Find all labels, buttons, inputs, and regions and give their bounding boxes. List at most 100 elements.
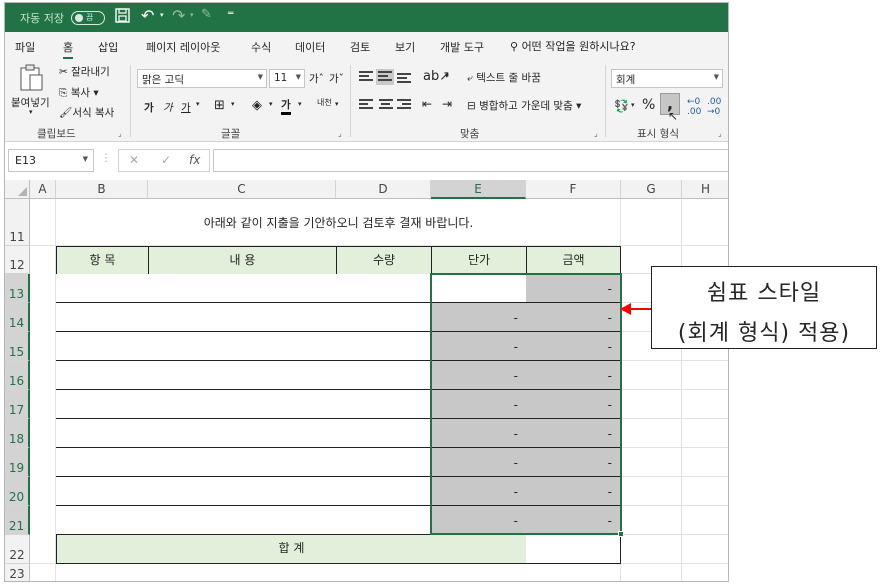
cell-item[interactable] <box>56 448 149 477</box>
left-align-icon[interactable] <box>359 99 373 111</box>
row-header-19[interactable]: 19 <box>5 448 30 477</box>
alignment-launcher-icon[interactable]: ⌟ <box>594 129 598 138</box>
row-header-13[interactable]: 13 <box>5 274 30 303</box>
cell-amount[interactable]: - <box>526 390 621 419</box>
cell-qty[interactable] <box>336 303 432 332</box>
header-item[interactable]: 항 목 <box>56 246 149 275</box>
clipboard-launcher-icon[interactable]: ⌟ <box>118 129 122 138</box>
decrease-indent-icon[interactable]: ⇤ <box>422 97 432 111</box>
cell-content[interactable] <box>148 477 337 506</box>
fill-color-icon[interactable]: ◈ <box>252 98 262 113</box>
cell-content[interactable] <box>148 448 337 477</box>
worksheet-grid[interactable]: A B C D E F G H 11 12 13 14 15 16 17 18 … <box>5 180 728 581</box>
header-content[interactable]: 내 용 <box>148 246 337 275</box>
cut-button[interactable]: ✂ 잘라내기 <box>59 64 110 79</box>
header-amount[interactable]: 금액 <box>526 246 621 275</box>
right-align-icon[interactable] <box>397 99 411 111</box>
cell-content[interactable] <box>148 274 337 303</box>
cell-amount[interactable]: - <box>526 303 621 332</box>
bottom-align-icon[interactable] <box>397 73 411 85</box>
cell-price[interactable]: - <box>431 419 527 448</box>
column-header-g[interactable]: G <box>621 180 682 199</box>
name-box[interactable]: E13 ▼ <box>8 149 94 172</box>
column-header-c[interactable]: C <box>148 180 336 199</box>
cell-item[interactable] <box>56 303 149 332</box>
cell-price[interactable]: - <box>431 477 527 506</box>
autosave-toggle[interactable]: 끔 <box>71 11 105 25</box>
cell-qty[interactable] <box>336 448 432 477</box>
tab-formulas[interactable]: 수식 <box>251 39 271 55</box>
accounting-dropdown-icon[interactable]: ▾ <box>631 101 635 109</box>
orientation-dropdown-icon[interactable]: ▾ <box>445 72 449 80</box>
phonetic-icon[interactable]: 내천 <box>317 97 332 108</box>
cell-item[interactable] <box>56 390 149 419</box>
font-launcher-icon[interactable]: ⌟ <box>338 129 342 138</box>
fill-dropdown-icon[interactable]: ▾ <box>269 100 273 108</box>
middle-align-icon[interactable] <box>376 69 394 85</box>
cell-qty[interactable] <box>336 274 432 303</box>
merge-center-button[interactable]: ⊟ 병합하고 가운데 맞춤 ▾ <box>467 98 581 113</box>
column-header-h[interactable]: H <box>682 180 728 199</box>
bold-button[interactable]: 가 <box>144 100 154 115</box>
number-format-combo[interactable]: 회계 ▼ <box>611 69 723 88</box>
cell-qty[interactable] <box>336 506 432 535</box>
cell-price[interactable]: - <box>431 361 527 390</box>
cell-content[interactable] <box>148 419 337 448</box>
cell-price[interactable]: - <box>431 390 527 419</box>
font-size-combo[interactable]: 11 ▼ <box>269 69 305 88</box>
undo-icon[interactable]: ↶ <box>141 6 154 25</box>
tab-data[interactable]: 데이터 <box>295 39 325 55</box>
cell-qty[interactable] <box>336 361 432 390</box>
pen-icon[interactable]: ✎ <box>201 7 212 22</box>
format-painter-button[interactable]: 🖌서식 복사 <box>59 105 114 120</box>
paste-icon[interactable] <box>19 63 45 96</box>
phonetic-dropdown-icon[interactable]: ▾ <box>335 100 339 108</box>
cell-item[interactable] <box>56 274 149 303</box>
tab-home[interactable]: 홈 <box>63 39 74 60</box>
row-header-14[interactable]: 14 <box>5 303 30 332</box>
tab-review[interactable]: 검토 <box>350 39 370 55</box>
more-options-icon[interactable]: ⋮ <box>101 152 112 164</box>
row-header-20[interactable]: 20 <box>5 477 30 506</box>
tab-insert[interactable]: 삽입 <box>98 39 118 55</box>
cell-item[interactable] <box>56 361 149 390</box>
paste-dropdown-icon[interactable]: ▾ <box>29 108 33 116</box>
undo-dropdown-icon[interactable]: ▾ <box>160 11 164 19</box>
cell-qty[interactable] <box>336 477 432 506</box>
row-header-12[interactable]: 12 <box>5 246 30 274</box>
cell-amount[interactable]: - <box>526 361 621 390</box>
accounting-format-icon[interactable]: 💱 <box>614 99 629 113</box>
cell-amount[interactable]: - <box>526 274 621 303</box>
header-unit-price[interactable]: 단가 <box>431 246 527 275</box>
customize-toolbar-icon[interactable]: ═ <box>228 9 233 19</box>
cell-content[interactable] <box>148 332 337 361</box>
cell-amount[interactable]: - <box>526 419 621 448</box>
row-header-18[interactable]: 18 <box>5 419 30 448</box>
row-header-17[interactable]: 17 <box>5 390 30 419</box>
cancel-icon[interactable]: ✕ <box>129 153 139 167</box>
row-header-16[interactable]: 16 <box>5 361 30 390</box>
row-header-22[interactable]: 22 <box>5 535 30 564</box>
cell-amount[interactable]: - <box>526 506 621 535</box>
cell-price[interactable]: - <box>431 332 527 361</box>
enter-icon[interactable]: ✓ <box>161 153 171 167</box>
underline-button[interactable]: 가 <box>181 100 191 115</box>
cell-item[interactable] <box>56 332 149 361</box>
column-header-e[interactable]: E <box>431 180 526 199</box>
formula-input[interactable] <box>213 149 728 172</box>
cell-content[interactable] <box>148 361 337 390</box>
cell-item[interactable] <box>56 419 149 448</box>
cell-content[interactable] <box>148 506 337 535</box>
sheet-title[interactable]: 아래와 같이 지출을 기안하오니 검토후 결재 바랍니다. <box>56 214 621 232</box>
redo-icon[interactable]: ↷ <box>172 6 185 25</box>
center-align-icon[interactable] <box>379 99 393 111</box>
italic-button[interactable]: 가 <box>163 100 173 115</box>
column-header-a[interactable]: A <box>30 180 56 199</box>
row-header-21[interactable]: 21 <box>5 506 30 535</box>
cell-item[interactable] <box>56 506 149 535</box>
fill-handle[interactable] <box>618 531 624 537</box>
cell-qty[interactable] <box>336 390 432 419</box>
header-quantity[interactable]: 수량 <box>336 246 432 275</box>
borders-icon[interactable]: ⊞ <box>214 98 225 113</box>
row-header-23[interactable]: 23 <box>5 564 30 581</box>
